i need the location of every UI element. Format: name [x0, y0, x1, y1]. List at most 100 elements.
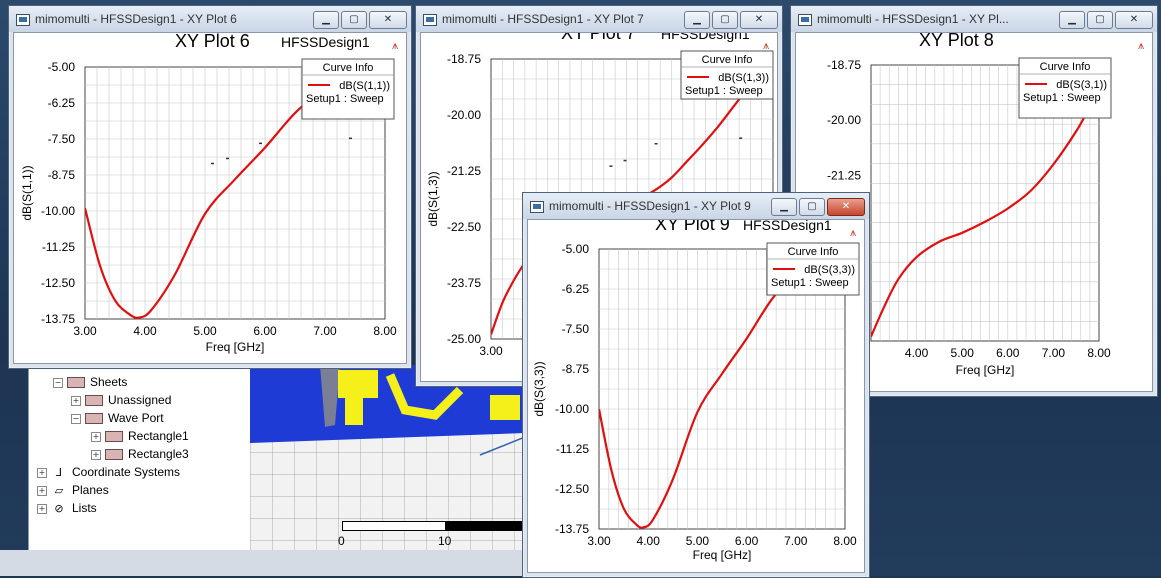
- legend-header: Curve Info: [702, 54, 753, 66]
- minimize-button[interactable]: ▁: [313, 11, 339, 29]
- minimize-button[interactable]: ▁: [1059, 11, 1085, 29]
- sheet-icon: [105, 449, 123, 461]
- tree-item-label: Planes: [72, 483, 109, 497]
- legend-trace: dB(S(1,3)): [718, 72, 769, 84]
- window-titlebar[interactable]: mimomulti - HFSSDesign1 - XY Plot 6 ▁ ▢ ✕: [9, 6, 411, 32]
- sheet-icon: [67, 377, 85, 389]
- model-3d-view[interactable]: 0 10: [250, 365, 525, 550]
- y-tick-label: -10.00: [41, 204, 75, 218]
- expand-icon[interactable]: +: [37, 467, 47, 478]
- plot-area[interactable]: -5.00 -6.25 -7.50 -8.75 -10.00 -11.25 -12.50 -1…: [13, 32, 407, 364]
- x-tick-label: 7.00: [313, 324, 337, 338]
- x-tick-label: 4.00: [905, 346, 929, 360]
- window-titlebar[interactable]: mimomulti - HFSSDesign1 - XY Plot 9 ▁ ▢ ✕: [523, 193, 869, 219]
- lists-icon: ⊘: [54, 502, 64, 515]
- plot-artifact: [609, 165, 613, 167]
- design-name: HFSSDesign1: [743, 220, 832, 233]
- maximize-button[interactable]: ▢: [341, 11, 367, 29]
- tree-item[interactable]: + Rectangle1: [91, 427, 189, 445]
- maximize-button[interactable]: ▢: [799, 198, 825, 216]
- tree-item[interactable]: + Rectangle3: [91, 445, 189, 463]
- plot-window-plot9[interactable]: mimomulti - HFSSDesign1 - XY Plot 9 ▁ ▢ ✕ -5…: [522, 192, 870, 578]
- expand-icon[interactable]: +: [37, 503, 47, 514]
- window-app-icon[interactable]: [798, 14, 812, 26]
- y-tick-label: -13.75: [555, 522, 589, 536]
- x-tick-label: 5.00: [951, 346, 975, 360]
- minimize-button[interactable]: ▁: [684, 11, 710, 29]
- window-app-icon[interactable]: [16, 14, 30, 26]
- tree-item-label: Rectangle1: [128, 429, 189, 443]
- y-tick-label: -13.75: [41, 312, 75, 326]
- tree-item[interactable]: + ▱ Planes: [37, 481, 109, 499]
- tree-item[interactable]: − Wave Port: [71, 409, 164, 427]
- plot-artifact: [654, 143, 658, 145]
- legend-header: Curve Info: [1040, 61, 1091, 73]
- legend-trace: dB(S(3,3)): [804, 264, 855, 276]
- window-title: mimomulti - HFSSDesign1 - XY Plot 9: [549, 199, 751, 213]
- window-title: mimomulti - HFSSDesign1 - XY Plot 7: [442, 12, 644, 26]
- x-axis-label: Freq [GHz]: [956, 363, 1015, 377]
- x-tick-label: 3.00: [587, 534, 611, 548]
- plot-title: XY Plot 9: [655, 220, 730, 234]
- status-strip: [0, 550, 525, 576]
- plot-artifact: [211, 162, 214, 165]
- y-tick-label: -6.25: [562, 282, 590, 296]
- tree-item-label: Wave Port: [108, 411, 164, 425]
- y-axis-label: dB(S(3,3)): [532, 361, 546, 416]
- y-tick-label: -23.75: [447, 276, 481, 290]
- tree-item[interactable]: − Sheets: [53, 373, 127, 391]
- project-tree[interactable]: − Sheets + Unassigned − Wave Port + Rectangle1 +…: [28, 360, 252, 552]
- scale-label-0: 0: [338, 534, 345, 548]
- x-tick-label: 7.00: [1042, 346, 1066, 360]
- plot-area[interactable]: -5.00 -6.25 -7.50 -8.75 -10.00 -11.25 -12.50 -1…: [527, 219, 865, 573]
- x-tick-label: 8.00: [1087, 346, 1111, 360]
- design-name: HFSSDesign1: [661, 33, 750, 42]
- close-button[interactable]: ✕: [369, 11, 407, 29]
- y-tick-label: -11.25: [42, 240, 75, 254]
- ansys-logo-icon: ⩚: [850, 227, 856, 239]
- close-button[interactable]: ✕: [1115, 11, 1153, 29]
- window-app-icon[interactable]: [530, 201, 544, 213]
- plot-window-plot6[interactable]: mimomulti - HFSSDesign1 - XY Plot 6 ▁ ▢ ✕ -5…: [8, 5, 412, 369]
- planes-icon: ▱: [54, 484, 64, 497]
- maximize-button[interactable]: ▢: [712, 11, 738, 29]
- expand-icon[interactable]: +: [91, 431, 101, 442]
- xy-chart: -5.00 -6.25 -7.50 -8.75 -10.00 -11.25 -12.50 -1…: [20, 33, 398, 354]
- y-tick-label: -18.75: [447, 52, 481, 66]
- tree-item[interactable]: + ⅃ Coordinate Systems: [37, 463, 180, 481]
- tree-item[interactable]: + Unassigned: [71, 391, 171, 409]
- plot-artifact: [739, 137, 743, 139]
- expand-icon[interactable]: +: [71, 395, 81, 406]
- legend-header: Curve Info: [323, 62, 374, 74]
- expand-icon[interactable]: +: [37, 485, 47, 496]
- window-app-icon[interactable]: [423, 14, 437, 26]
- maximize-button[interactable]: ▢: [1087, 11, 1113, 29]
- x-tick-label: 8.00: [373, 324, 397, 338]
- tree-item-label: Unassigned: [108, 393, 172, 407]
- x-tick-label: 4.00: [637, 534, 661, 548]
- x-tick-label: 7.00: [784, 534, 808, 548]
- tree-item[interactable]: + ⊘ Lists: [37, 499, 97, 517]
- scale-bar: [342, 521, 522, 531]
- y-tick-label: -18.75: [827, 58, 861, 72]
- minimize-button[interactable]: ▁: [771, 198, 797, 216]
- design-name: HFSSDesign1: [281, 34, 370, 50]
- x-tick-label: 8.00: [833, 534, 857, 548]
- window-titlebar[interactable]: mimomulti - HFSSDesign1 - XY Plot 7 ▁ ▢ ✕: [416, 6, 782, 32]
- plot-artifact: [226, 157, 229, 160]
- coord-icon: ⅃: [55, 466, 63, 479]
- expand-icon[interactable]: +: [91, 449, 101, 460]
- tree-item-label: Lists: [72, 501, 97, 515]
- collapse-icon[interactable]: −: [53, 377, 63, 388]
- x-axis-label: Freq [GHz]: [693, 548, 752, 562]
- y-tick-label: -21.25: [447, 164, 481, 178]
- tree-item-label: Sheets: [90, 375, 128, 389]
- collapse-icon[interactable]: −: [71, 413, 81, 424]
- close-button[interactable]: ✕: [740, 11, 778, 29]
- plot-title: XY Plot 7: [561, 33, 636, 43]
- window-titlebar[interactable]: mimomulti - HFSSDesign1 - XY Pl... ▁ ▢ ✕: [791, 6, 1157, 32]
- x-tick-label: 6.00: [996, 346, 1020, 360]
- y-tick-label: -22.50: [447, 220, 481, 234]
- close-button[interactable]: ✕: [827, 198, 865, 216]
- ansys-logo-icon: ⩚: [1138, 40, 1144, 52]
